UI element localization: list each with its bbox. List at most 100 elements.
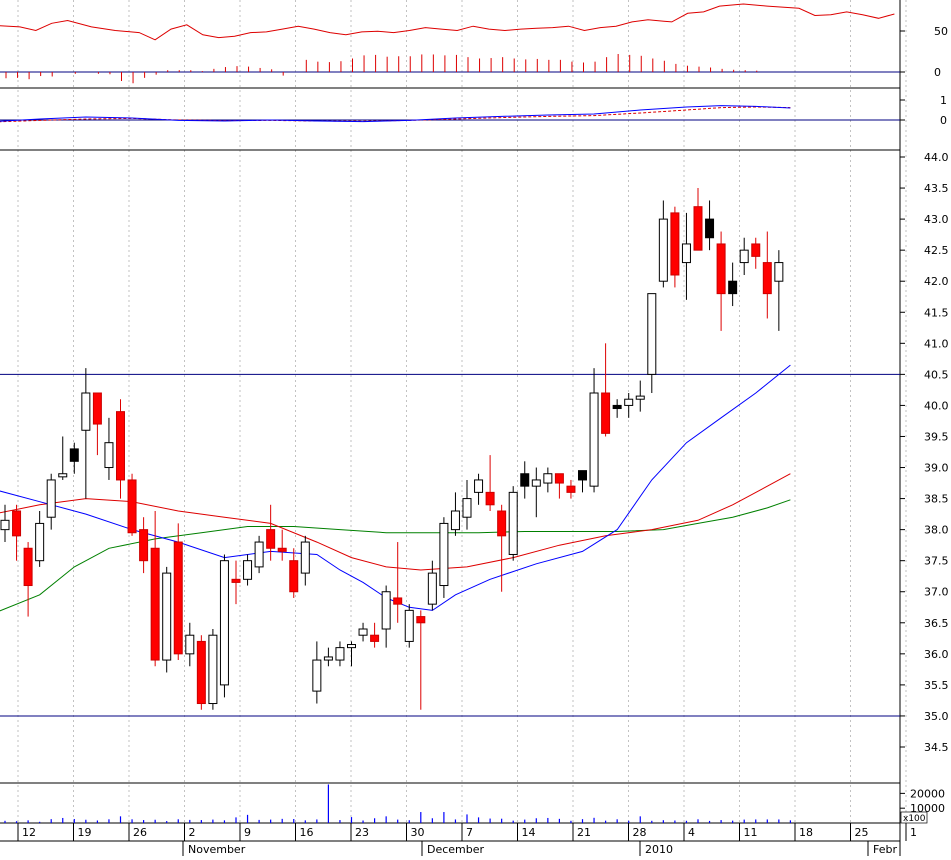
price-tick-label: 42.0 <box>924 275 949 288</box>
price-tick-label: 38.5 <box>924 493 949 506</box>
candle-body <box>208 634 218 705</box>
candle-body <box>312 659 322 692</box>
candle-body <box>243 560 253 580</box>
top-tick-label: 50 <box>934 25 948 38</box>
candle-body <box>497 510 507 537</box>
candle-body <box>404 609 414 642</box>
candle-body <box>358 628 368 636</box>
candle-body <box>520 473 530 487</box>
month-label: November <box>188 843 246 856</box>
candle-body <box>23 547 33 587</box>
x-tick-label: 14 <box>522 826 536 839</box>
candle-body <box>635 395 645 400</box>
candle-body <box>751 243 761 257</box>
candle <box>404 604 414 648</box>
candle-body <box>104 442 114 469</box>
x-tick-label: 23 <box>355 826 369 839</box>
candle <box>208 629 218 710</box>
x-tick-label: 30 <box>411 826 425 839</box>
candle-body <box>705 218 715 239</box>
candle-body <box>739 249 749 264</box>
price-tick-label: 40.0 <box>924 399 949 412</box>
x-tick-label: 1 <box>910 826 917 839</box>
macd-tick-label: 1 <box>940 94 947 107</box>
price-tick-label: 39.5 <box>924 430 949 443</box>
candle-body <box>127 479 137 534</box>
candle <box>173 523 183 661</box>
x-tick-label: 28 <box>633 826 647 839</box>
month-label: December <box>427 843 485 856</box>
candle-body <box>254 541 264 568</box>
price-tick-label: 41.0 <box>924 337 949 350</box>
price-tick-label: 35.5 <box>924 679 949 692</box>
candle-body <box>543 473 553 484</box>
price-tick-label: 36.0 <box>924 648 949 661</box>
candle-body <box>92 392 102 425</box>
price-tick-label: 42.5 <box>924 244 949 257</box>
candle-body <box>116 411 125 481</box>
candle-body <box>300 541 310 574</box>
candle-body <box>531 479 541 487</box>
candle-body <box>693 206 703 251</box>
price-tick-label: 40.5 <box>924 368 949 381</box>
price-tick-label: 36.5 <box>924 617 949 630</box>
candle-body <box>554 473 564 484</box>
candle-body <box>716 243 726 295</box>
price-tick-label: 41.5 <box>924 306 949 319</box>
candle-body <box>589 392 599 487</box>
month-label: 2010 <box>645 843 673 856</box>
candle-body <box>289 560 299 593</box>
candle-body <box>728 280 738 295</box>
candle <box>127 473 137 536</box>
candle-body <box>566 485 576 493</box>
macd-tick-label: 0 <box>940 114 947 127</box>
candle-body <box>81 392 91 431</box>
x-tick-label: 7 <box>466 826 473 839</box>
candle-body <box>35 522 45 562</box>
x-tick-label: 4 <box>688 826 695 839</box>
candle-body <box>658 218 668 282</box>
price-tick-label: 43.5 <box>924 182 949 195</box>
candle <box>670 206 680 288</box>
candle <box>219 554 229 698</box>
candle-body <box>381 591 391 630</box>
candle-body <box>450 510 460 531</box>
price-tick-label: 39.0 <box>924 462 949 475</box>
candle-body <box>185 634 195 655</box>
candle <box>162 566 172 673</box>
month-label: Febr <box>873 843 897 856</box>
candle-body <box>58 473 68 478</box>
candle-body <box>347 644 356 649</box>
chart-svg: 44.0 43.5 43.0 42.5 42.0 41.5 41.0 40.5 40.0 39.5… <box>0 0 951 856</box>
candle-body <box>647 293 657 375</box>
stock-chart: 44.0 43.5 43.0 42.5 42.0 41.5 41.0 40.5 40.0 39.5… <box>0 0 951 856</box>
top-tick-label: 0 <box>934 66 941 79</box>
candle-body <box>323 656 333 661</box>
x-tick-label: 16 <box>300 826 314 839</box>
price-tick-label: 35.0 <box>924 710 949 723</box>
chart-background <box>0 0 951 856</box>
x-tick-label: 11 <box>744 826 758 839</box>
candle-body <box>173 541 183 655</box>
candle-body <box>219 560 229 686</box>
candle-body <box>12 510 22 537</box>
candle-body <box>670 212 680 276</box>
candle-body <box>762 262 772 295</box>
candle-body <box>485 491 495 506</box>
candle-body <box>139 529 149 562</box>
candle-body <box>393 597 403 605</box>
candle-body <box>427 572 437 605</box>
volume-tick-label: 20000 <box>910 787 945 800</box>
candle-body <box>578 470 587 481</box>
candle-body <box>46 479 56 518</box>
candle-body <box>277 547 287 552</box>
candle <box>508 486 518 561</box>
candle-body <box>0 519 10 531</box>
candle-body <box>462 498 472 518</box>
candle-body <box>774 262 784 282</box>
candle-body <box>624 398 634 406</box>
x-tick-label: 18 <box>799 826 813 839</box>
x-tick-label: 26 <box>133 826 147 839</box>
price-tick-label: 37.5 <box>924 555 949 568</box>
candle-body <box>612 404 622 410</box>
